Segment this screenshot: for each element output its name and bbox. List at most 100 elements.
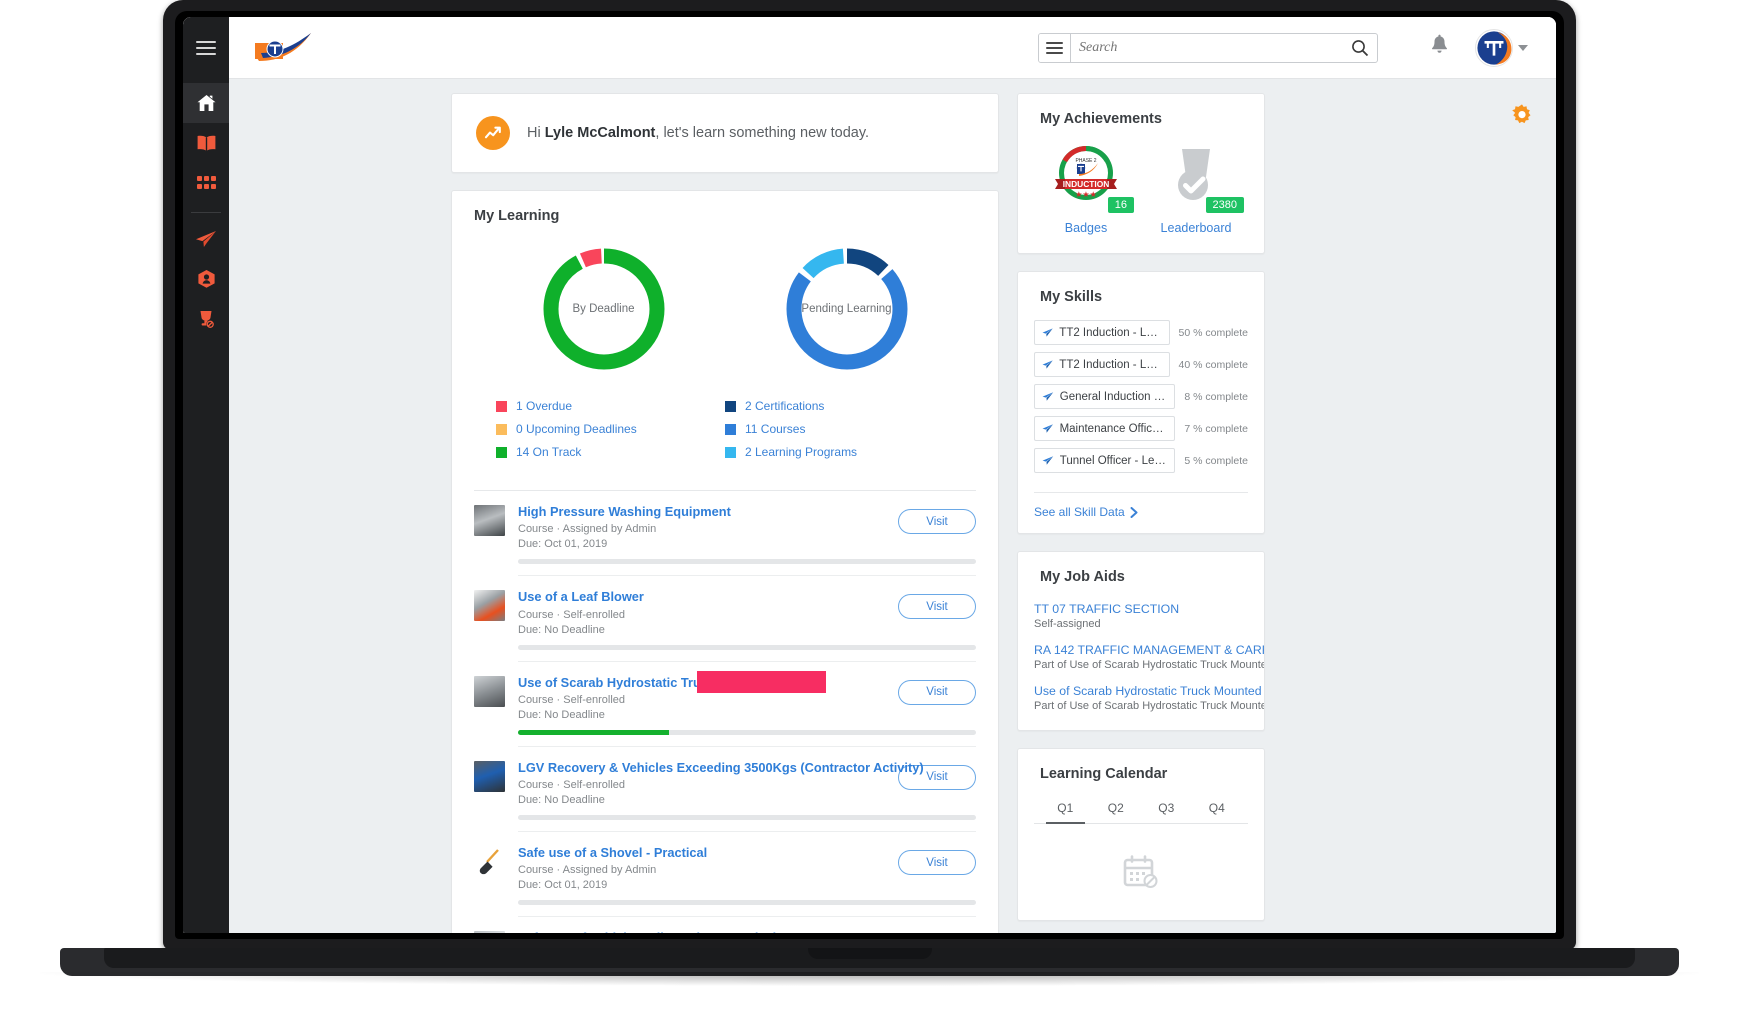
greeting-card: Hi Lyle McCalmont, let's learn something… [451,93,999,173]
job-aid-title[interactable]: Use of Scarab Hydrostatic Truck Mounted … [1034,684,1264,698]
paper-plane-icon [1042,360,1053,369]
legend-item[interactable]: 14 On Track [496,445,725,459]
legend-item[interactable]: 11 Courses [725,422,954,436]
skill-percent: 7 % complete [1184,422,1248,435]
course-title[interactable]: Safe use of a Shovel - Practical [518,844,885,861]
course-meta: Course · Assigned by Admin [518,523,657,536]
scarab-truck-photo [474,675,505,707]
skill-pill[interactable]: General Induction - L… [1034,384,1176,409]
side-column: My Achievements PHASE 2 INDUCTION ★★★ 16… [1017,93,1265,933]
donut-by-deadline-label: By Deadline [572,303,635,315]
gear-icon[interactable] [1510,103,1534,132]
see-all-skill-data-link[interactable]: See all Skill Data [1034,505,1248,519]
home-icon [197,95,215,111]
my-learning-card: My Learning By Deadline Pending Learning… [451,190,999,933]
tab-q4[interactable]: Q4 [1192,796,1243,823]
skill-pill[interactable]: Maintenance Officer -… [1034,416,1176,441]
tab-q1[interactable]: Q1 [1040,796,1091,824]
rail-menu-toggle[interactable] [183,17,229,79]
screen: Hi Lyle McCalmont, let's learn something… [183,17,1556,933]
user-menu[interactable] [1475,28,1528,67]
course-due: Due: Oct 01, 2019 [518,879,608,892]
sidebar-item-explore[interactable] [183,219,229,259]
visit-button[interactable]: Visit [898,679,976,705]
rail-divider [191,212,221,213]
sidebar-item-catalog[interactable] [183,163,229,203]
skill-name: TT2 Induction - Level 1 [1059,358,1161,371]
laptop-lid: Hi Lyle McCalmont, let's learn something… [163,0,1576,950]
course-title[interactable]: LGV Recovery & Vehicles Exceeding 3500Kg… [518,759,924,776]
greeting-prefix: Hi [527,125,545,141]
leaf-blower-photo [474,590,505,622]
paper-plane-icon [1042,392,1054,401]
course-title[interactable]: High Pressure Washing Equipment [518,503,885,520]
search-icon[interactable] [1343,39,1377,57]
visit-button[interactable]: Visit [898,594,976,620]
achievement-leaderboard[interactable]: 2380 Leaderboard [1150,143,1244,235]
greeting-user-name: Lyle McCalmont [544,125,656,141]
course-title[interactable]: Use of a Leaf Blower [518,588,885,605]
skill-pill[interactable]: TT2 Induction - Level 1 [1034,352,1170,377]
trending-up-icon [476,116,510,150]
bell-icon[interactable] [1430,34,1449,61]
legend-by-deadline: 1 Overdue 0 Upcoming Deadlines 14 On Tra… [496,390,725,468]
legend-swatch [496,446,507,458]
redaction-overlay [697,670,826,693]
visit-button[interactable]: Visit [898,509,976,534]
skill-name: Maintenance Officer -… [1059,422,1168,435]
skill-pill[interactable]: Tunnel Officer - Level 2 [1034,448,1176,473]
hamburger-icon [196,37,216,59]
my-learning-title: My Learning [474,208,560,224]
legend-item[interactable]: 2 Learning Programs [725,445,954,459]
skills-card: My Skills TT2 Induction - Level 3 [1017,271,1265,534]
company-logo[interactable] [229,31,339,65]
course-meta: Course · Self-enrolled [518,779,625,792]
avatar[interactable] [1475,28,1513,67]
achievement-label[interactable]: Badges [1040,221,1132,235]
course-row: Use of a Leaf Blower Course · Self-enrol… [452,576,998,650]
legend-item[interactable]: 0 Upcoming Deadlines [496,422,725,436]
course-title[interactable]: Safe use of Vehicle Trailer Units - Prac… [518,929,885,933]
sidebar-item-library[interactable] [183,123,229,163]
main-column: Hi Lyle McCalmont, let's learn something… [451,93,999,933]
search-scope-menu[interactable] [1039,33,1071,62]
visit-button[interactable]: Visit [898,850,976,876]
badge-icon [197,270,215,288]
tab-q3[interactable]: Q3 [1141,796,1192,823]
top-bar-right [1378,28,1556,67]
course-row: Safe use of a Shovel - Practical Course … [452,832,998,906]
paper-plane-icon [1042,424,1054,433]
sidebar-item-leaderboard[interactable] [183,299,229,339]
badge-count: 16 [1107,197,1134,213]
induction-badge-icon: PHASE 2 INDUCTION ★★★ 16 [1040,143,1134,213]
achievement-badges[interactable]: PHASE 2 INDUCTION ★★★ 16 Badges [1040,143,1134,235]
legend-item[interactable]: 1 Overdue [496,399,725,413]
calendar-empty-state [1018,824,1264,920]
skills-title: My Skills [1040,289,1103,305]
legend-item[interactable]: 2 Certifications [725,399,954,413]
book-icon [197,135,215,151]
achievement-label[interactable]: Leaderboard [1150,221,1242,235]
achievements-title: My Achievements [1040,111,1162,127]
legend-label: 0 Upcoming Deadlines [516,422,637,436]
legend-swatch [496,423,507,435]
sidebar-item-certifications[interactable] [183,259,229,299]
learning-calendar-title: Learning Calendar [1040,766,1168,782]
search-bar[interactable] [1038,32,1378,63]
legend-pending-learning: 2 Certifications 11 Courses 2 Learning P… [725,390,954,468]
greeting-text: Hi Lyle McCalmont, let's learn something… [527,125,869,141]
sidebar-item-home[interactable] [183,83,229,123]
learning-calendar-card: Learning Calendar Q1 Q2 Q3 Q4 [1017,748,1265,921]
tab-q2[interactable]: Q2 [1091,796,1142,823]
job-aid-title[interactable]: TT 07 TRAFFIC SECTION [1034,602,1248,616]
skill-name: General Induction - L… [1059,390,1168,403]
job-aid-title[interactable]: RA 142 TRAFFIC MANAGEMENT & CARRYING O [1034,643,1264,657]
legend-label: 11 Courses [745,422,806,436]
search-input[interactable] [1071,33,1343,62]
course-row: High Pressure Washing Equipment Course ·… [452,491,998,565]
donut-charts: By Deadline Pending Learning [452,224,998,380]
skill-pill[interactable]: TT2 Induction - Level 3 [1034,320,1170,345]
laptop-shadow [40,972,1699,986]
achievements-card: My Achievements PHASE 2 INDUCTION ★★★ 16… [1017,93,1265,254]
donut-by-deadline: By Deadline [537,242,671,376]
